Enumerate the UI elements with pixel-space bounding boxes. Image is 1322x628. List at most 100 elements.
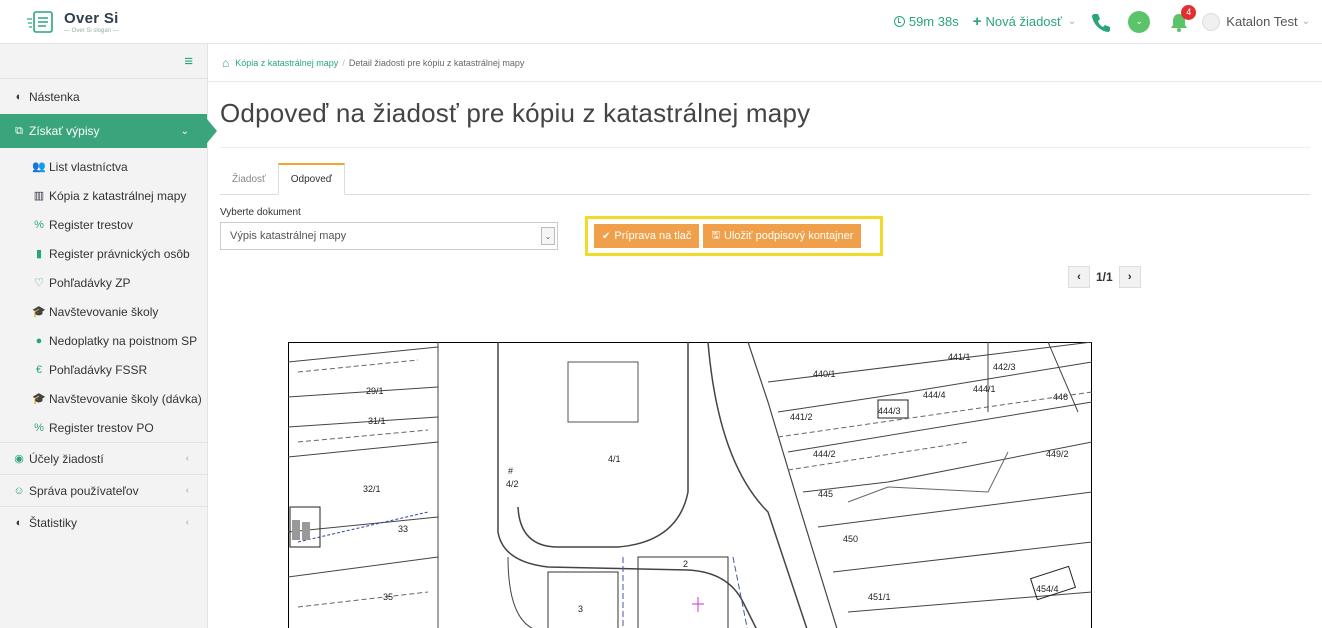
prepare-print-label: Príprava na tlač bbox=[614, 230, 692, 242]
sidebar-item-ziskat-vypisy[interactable]: ⧉ Získať výpisy ⌄ bbox=[0, 114, 217, 148]
status-indicator-icon[interactable]: ⌄ bbox=[1128, 10, 1151, 33]
prepare-print-button[interactable]: ✔ Príprava na tlač bbox=[594, 224, 700, 248]
brand[interactable]: Over Si — Over Si slogan — bbox=[0, 9, 206, 35]
user-avatar-icon bbox=[1202, 12, 1221, 31]
sidebar-item-label: List vlastníctva bbox=[49, 159, 128, 174]
map-parcel-label: 33 bbox=[398, 524, 408, 534]
save-icon: 🖫 bbox=[711, 229, 720, 241]
dashboard-icon: ◐ bbox=[15, 516, 23, 529]
graduation-cap-icon: 🎓 bbox=[32, 393, 46, 405]
sidebar-item-label: Navštevovanie školy (dávka) bbox=[49, 391, 202, 406]
plus-icon: + bbox=[972, 13, 982, 30]
sidebar-item-label: Správa používateľov bbox=[29, 483, 139, 498]
sidebar-item-register-trestov-po[interactable]: % Register trestov PO bbox=[0, 413, 207, 442]
map-parcel-label: 442/3 bbox=[993, 362, 1016, 372]
map-parcel-label: 32/1 bbox=[363, 484, 381, 494]
sidebar-item-label: Pohľadávky FSSR bbox=[49, 362, 148, 377]
new-request-label: Nová žiadosť bbox=[985, 14, 1062, 29]
brand-tagline: — Over Si slogan — bbox=[64, 27, 119, 34]
phone-icon[interactable] bbox=[1090, 11, 1112, 33]
chevron-down-icon: ⌄ bbox=[1067, 16, 1077, 27]
map-parcel-label: 454/4 bbox=[1036, 584, 1059, 594]
sidebar-item-ucely-ziadosti[interactable]: ◉ Účely žiadostí ‹ bbox=[0, 442, 207, 474]
map-parcel-label: 2 bbox=[683, 559, 688, 569]
pagination: ‹ 1/1 › bbox=[1068, 266, 1141, 288]
sidebar: ≡ ◐ Nástenka ⧉ Získať výpisy ⌄ 👥 List vl… bbox=[0, 44, 217, 628]
user-name: Katalon Test bbox=[1226, 14, 1298, 29]
sidebar-item-nastenka[interactable]: ◐ Nástenka bbox=[0, 83, 207, 111]
stethoscope-icon: ♡ bbox=[34, 277, 44, 289]
sidebar-item-label: Štatistiky bbox=[29, 515, 78, 530]
map-parcel-label: 29/1 bbox=[366, 386, 384, 396]
map-icon: ▥ bbox=[33, 190, 45, 202]
brand-name: Over Si bbox=[64, 9, 119, 27]
map-parcel-label: 451/1 bbox=[868, 592, 891, 602]
breadcrumb-link[interactable]: Kópia z katastrálnej mapy bbox=[235, 58, 338, 68]
euro-icon: € bbox=[35, 363, 43, 376]
map-parcel-label: 445 bbox=[818, 489, 833, 499]
tab-ziadost[interactable]: Žiadosť bbox=[220, 163, 278, 195]
sidebar-item-pohladavky-zp[interactable]: ♡ Pohľadávky ZP bbox=[0, 268, 207, 297]
save-signature-container-button[interactable]: 🖫 Uložiť podpisový kontajner bbox=[703, 224, 862, 248]
sidebar-item-label: Register právnických osôb bbox=[49, 246, 190, 261]
map-parcel-label: 3 bbox=[578, 604, 583, 614]
sidebar-item-navstevovanie-skoly-davka[interactable]: 🎓 Navštevovanie školy (dávka) bbox=[0, 384, 207, 413]
action-buttons-highlight: ✔ Príprava na tlač 🖫 Uložiť podpisový ko… bbox=[585, 216, 883, 256]
chevron-down-icon: ⌄ bbox=[541, 227, 555, 245]
user-menu[interactable]: Katalon Test ⌄ bbox=[1202, 12, 1310, 31]
book-icon: ▮ bbox=[35, 248, 43, 260]
sidebar-item-register-pravnickych-osob[interactable]: ▮ Register právnických osôb bbox=[0, 239, 207, 268]
sidebar-item-kopia-mapy[interactable]: ▥ Kópia z katastrálnej mapy bbox=[0, 181, 207, 210]
sidebar-item-pohladavky-fssr[interactable]: € Pohľadávky FSSR bbox=[0, 355, 207, 384]
map-parcel-label: 440/1 bbox=[813, 369, 836, 379]
sidebar-item-nedoplatky-sp[interactable]: ● Nedoplatky na poistnom SP bbox=[0, 326, 207, 355]
sidebar-item-label: Kópia z katastrálnej mapy bbox=[49, 188, 187, 203]
home-icon[interactable]: ⌂ bbox=[222, 56, 229, 70]
users-icon: 👥 bbox=[32, 161, 46, 173]
map-parcel-label: 449/2 bbox=[1046, 449, 1069, 459]
clock-icon bbox=[893, 16, 905, 27]
menu-toggle-icon[interactable]: ≡ bbox=[0, 44, 207, 79]
divider bbox=[220, 147, 1310, 148]
sidebar-item-list-vlastnictva[interactable]: 👥 List vlastníctva bbox=[0, 152, 207, 181]
map-parcel-label: 444/3 bbox=[878, 406, 901, 416]
map-parcel-label: 444/2 bbox=[813, 449, 836, 459]
chevron-down-icon: ⌄ bbox=[180, 125, 189, 137]
breadcrumb-separator: / bbox=[342, 57, 345, 68]
breadcrumb: ⌂ Kópia z katastrálnej mapy / Detail žia… bbox=[208, 44, 1322, 82]
sidebar-item-navstevovanie-skoly[interactable]: 🎓 Navštevovanie školy bbox=[0, 297, 207, 326]
map-parcel-label: 4/2 bbox=[506, 479, 519, 489]
document-select-label: Vyberte dokument bbox=[220, 207, 301, 218]
sidebar-item-label: Získať výpisy bbox=[29, 124, 100, 138]
document-select[interactable]: Výpis katastrálnej mapy ⌄ bbox=[220, 222, 558, 250]
next-page-button[interactable]: › bbox=[1118, 266, 1141, 288]
sidebar-item-register-trestov[interactable]: % Register trestov bbox=[0, 210, 207, 239]
new-request-button[interactable]: + Nová žiadosť ⌄ bbox=[973, 13, 1077, 30]
chevron-left-icon: ‹ bbox=[185, 517, 189, 528]
sidebar-item-label: Register trestov bbox=[49, 217, 134, 232]
chevron-down-icon: ⌄ bbox=[1301, 16, 1310, 27]
tab-odpoved[interactable]: Odpoveď bbox=[277, 163, 345, 195]
sidebar-item-label: Nedoplatky na poistnom SP bbox=[49, 333, 198, 348]
map-parcel-label: 4/1 bbox=[608, 454, 621, 464]
sidebar-item-label: Pohľadávky ZP bbox=[49, 275, 131, 290]
notification-badge: 4 bbox=[1181, 4, 1197, 20]
copy-icon: ⧉ bbox=[15, 124, 23, 137]
save-signature-container-label: Uložiť podpisový kontajner bbox=[723, 230, 854, 242]
page-title: Odpoveď na žiadosť pre kópiu z katastrál… bbox=[220, 98, 811, 128]
cadastral-map-preview[interactable]: 29/1 31/1 32/1 33 35 2 4/1 4/2 # 3 440/1… bbox=[288, 342, 1092, 628]
globe-icon: ● bbox=[35, 334, 43, 347]
sidebar-item-sprava-pouzivatelov[interactable]: ☺ Správa používateľov ‹ bbox=[0, 474, 207, 506]
link-icon: % bbox=[34, 421, 44, 434]
target-icon: ◉ bbox=[14, 453, 24, 465]
notifications-button[interactable]: 4 bbox=[1168, 4, 1197, 33]
map-parcel-label: 444/1 bbox=[973, 384, 996, 394]
top-bar: Over Si — Over Si slogan — 59m 38s + Nov… bbox=[0, 0, 1322, 44]
map-parcel-label: 444/4 bbox=[923, 390, 946, 400]
map-parcel-label: 441/2 bbox=[790, 412, 813, 422]
prev-page-button[interactable]: ‹ bbox=[1068, 266, 1090, 288]
map-parcel-label: # bbox=[508, 466, 513, 476]
tab-bar: Žiadosť Odpoveď bbox=[220, 163, 1310, 195]
map-parcel-label: 450 bbox=[843, 534, 858, 544]
sidebar-item-statistiky[interactable]: ◐ Štatistiky ‹ bbox=[0, 506, 207, 538]
